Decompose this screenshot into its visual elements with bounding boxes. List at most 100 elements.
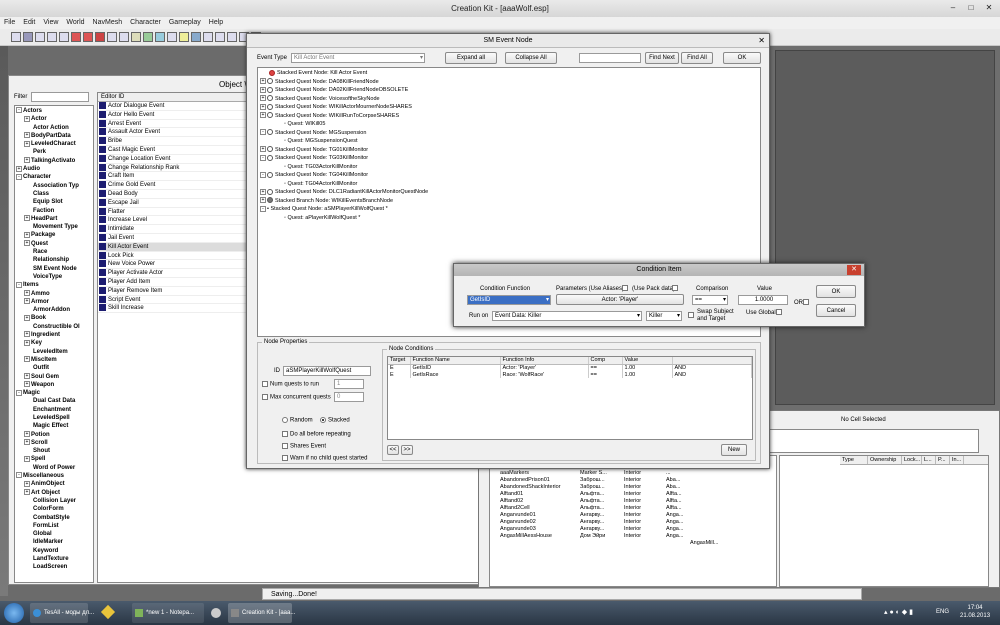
expand-icon[interactable]: + xyxy=(24,431,30,437)
run-on-select[interactable]: Event Data: Killer xyxy=(492,311,642,321)
tree-item[interactable]: Faction xyxy=(16,207,92,215)
tree-item[interactable]: + Weapon xyxy=(16,381,92,389)
condition-cancel-button[interactable]: Cancel xyxy=(816,304,856,317)
column-header[interactable]: Function Info xyxy=(500,357,589,365)
chat-icon[interactable] xyxy=(227,32,237,42)
tree-item[interactable]: Relationship xyxy=(16,256,92,264)
event-tree-node[interactable]: - • Stacked Quest Node: aSMPlayerKillWolf… xyxy=(260,205,758,214)
redo-icon[interactable] xyxy=(59,32,69,42)
list-item[interactable]: Player Activate Actor xyxy=(98,269,248,278)
tree-item[interactable]: Magic Effect xyxy=(16,422,92,430)
tree-item[interactable]: + Audio xyxy=(16,165,92,173)
tree-item[interactable]: - Miscellaneous xyxy=(16,472,92,480)
conditions-table[interactable]: Target Function Name Function Info Comp Valu… xyxy=(387,356,753,440)
event-tree-node[interactable]: + Stacked Quest Node: TG01KillMonitor xyxy=(260,146,758,155)
editor-id-header[interactable]: Editor ID xyxy=(98,93,248,102)
grid-icon[interactable] xyxy=(107,32,117,42)
column-header[interactable]: Comp xyxy=(588,357,623,365)
event-tree-node[interactable]: + Stacked Quest Node: VoicesoftheSkyNode xyxy=(260,95,758,104)
event-tree-node[interactable]: + Stacked Branch Node: WIKillEventsBranch… xyxy=(260,197,758,206)
list-item[interactable]: Actor Hello Event xyxy=(98,110,248,120)
list-item[interactable]: Crime Gold Event xyxy=(98,181,248,190)
cell-column-header[interactable]: In... xyxy=(950,456,964,464)
expand-icon[interactable]: + xyxy=(24,140,30,147)
tree-item[interactable]: LoadScreen xyxy=(16,563,92,571)
tree-item[interactable]: IdleMarker xyxy=(16,538,92,546)
collapse-icon[interactable]: - xyxy=(16,281,22,288)
tree-item[interactable]: + Ammo xyxy=(16,289,92,298)
menu-character[interactable]: Character xyxy=(126,17,165,26)
table-row[interactable]: E GetIsRace Race: 'WolfRace' == 1.00 AND xyxy=(388,371,752,378)
expand-icon[interactable]: + xyxy=(260,86,266,93)
collapse-icon[interactable]: - xyxy=(260,205,266,212)
event-tree-node[interactable]: + Stacked Quest Node: DA02KillFriendNodeO… xyxy=(260,86,758,95)
condition-function-select[interactable]: GetIsID xyxy=(467,295,551,305)
use-aliases-checkbox[interactable] xyxy=(622,285,628,291)
cell-row[interactable]: AngasMillAessHouse Дом Эйри Interior Anga..… xyxy=(500,533,696,540)
tree-item[interactable]: + BodyPartData xyxy=(16,132,92,140)
expand-icon[interactable]: + xyxy=(24,489,30,496)
tree-item[interactable]: + Soul Gem xyxy=(16,372,92,381)
tray-icons[interactable]: ▴ ● ◐ ◆ ▮ xyxy=(884,608,913,616)
paste-icon[interactable] xyxy=(95,32,105,42)
expand-icon[interactable]: + xyxy=(24,298,30,305)
tree-item[interactable]: Class xyxy=(16,190,92,198)
tree-item[interactable]: Word of Power xyxy=(16,464,92,472)
menu-navmesh[interactable]: NavMesh xyxy=(89,17,127,26)
cell-column-header[interactable]: P... xyxy=(936,456,950,464)
camera-icon[interactable] xyxy=(215,32,225,42)
close-icon[interactable]: ✕ xyxy=(847,265,861,275)
expand-icon[interactable]: + xyxy=(24,372,30,379)
tree-item[interactable]: Keyword xyxy=(16,547,92,555)
tree-item[interactable]: - Actors xyxy=(16,107,92,115)
max-concurrent-checkbox[interactable] xyxy=(262,394,268,400)
list-item[interactable]: Lock Pick xyxy=(98,251,248,261)
tree-item[interactable]: + HeadPart xyxy=(16,215,92,223)
cell-row[interactable]: Angarvunde03 Ангарву... Interior Anga... xyxy=(500,526,696,533)
expand-icon[interactable]: + xyxy=(24,381,30,388)
column-header[interactable]: Function Name xyxy=(410,357,501,365)
tree-item[interactable]: FormList xyxy=(16,522,92,530)
expand-icon[interactable]: + xyxy=(24,132,30,139)
collapse-icon[interactable]: - xyxy=(260,171,266,178)
tree-item[interactable]: ColorForm xyxy=(16,505,92,513)
expand-icon[interactable]: + xyxy=(24,115,30,122)
tree-item[interactable]: Shout xyxy=(16,447,92,455)
language-indicator[interactable]: ENG xyxy=(936,609,949,615)
comparison-select[interactable]: == xyxy=(692,295,728,305)
tree-item[interactable]: Movement Type xyxy=(16,223,92,231)
expand-icon[interactable]: + xyxy=(24,231,30,238)
cell-list[interactable]: aaaMarkers Marker S... Interior... Abandone… xyxy=(489,455,777,587)
expand-icon[interactable]: + xyxy=(24,356,30,363)
tree-item[interactable]: SM Event Node xyxy=(16,265,92,273)
event-tree-node[interactable]: - Stacked Quest Node: TG04KillMonitor xyxy=(260,171,758,180)
list-item[interactable]: Script Event xyxy=(98,295,248,305)
collapse-icon[interactable]: - xyxy=(260,154,266,161)
tree-item[interactable]: + Spell xyxy=(16,455,92,463)
expand-icon[interactable]: + xyxy=(24,331,30,338)
list-item[interactable]: New Voice Power xyxy=(98,260,248,270)
or-checkbox[interactable] xyxy=(803,299,809,305)
list-item[interactable]: Change Location Event xyxy=(98,154,248,164)
ok-button[interactable]: OK xyxy=(723,52,761,64)
tree-item[interactable]: - Character xyxy=(16,173,92,181)
expand-icon[interactable]: + xyxy=(24,289,30,296)
expand-icon[interactable]: + xyxy=(24,157,30,164)
expand-icon[interactable]: + xyxy=(260,197,266,204)
use-pack-checkbox[interactable] xyxy=(672,285,678,291)
cell-row[interactable]: Alftand02 Альфта... Interior Alfta... xyxy=(500,498,696,505)
collapse-icon[interactable]: - xyxy=(260,129,266,136)
new-condition-button[interactable]: New xyxy=(721,444,747,456)
tree-item[interactable]: + Armor xyxy=(16,298,92,306)
tree-item[interactable]: + TalkingActivato xyxy=(16,157,92,165)
list-item[interactable]: Change Relationship Rank xyxy=(98,163,248,173)
collapse-icon[interactable]: - xyxy=(16,107,22,114)
tree-item[interactable]: + Scroll xyxy=(16,439,92,447)
find-input[interactable] xyxy=(579,53,641,63)
terrain-icon[interactable] xyxy=(167,32,177,42)
run-on-reference-select[interactable]: Killer xyxy=(646,311,682,321)
list-item[interactable]: Craft Item xyxy=(98,172,248,182)
value-input[interactable]: 1.0000 xyxy=(738,295,788,305)
tree-item[interactable]: - Items xyxy=(16,281,92,289)
id-input[interactable]: aSMPlayerKillWolfQuest xyxy=(283,366,371,376)
